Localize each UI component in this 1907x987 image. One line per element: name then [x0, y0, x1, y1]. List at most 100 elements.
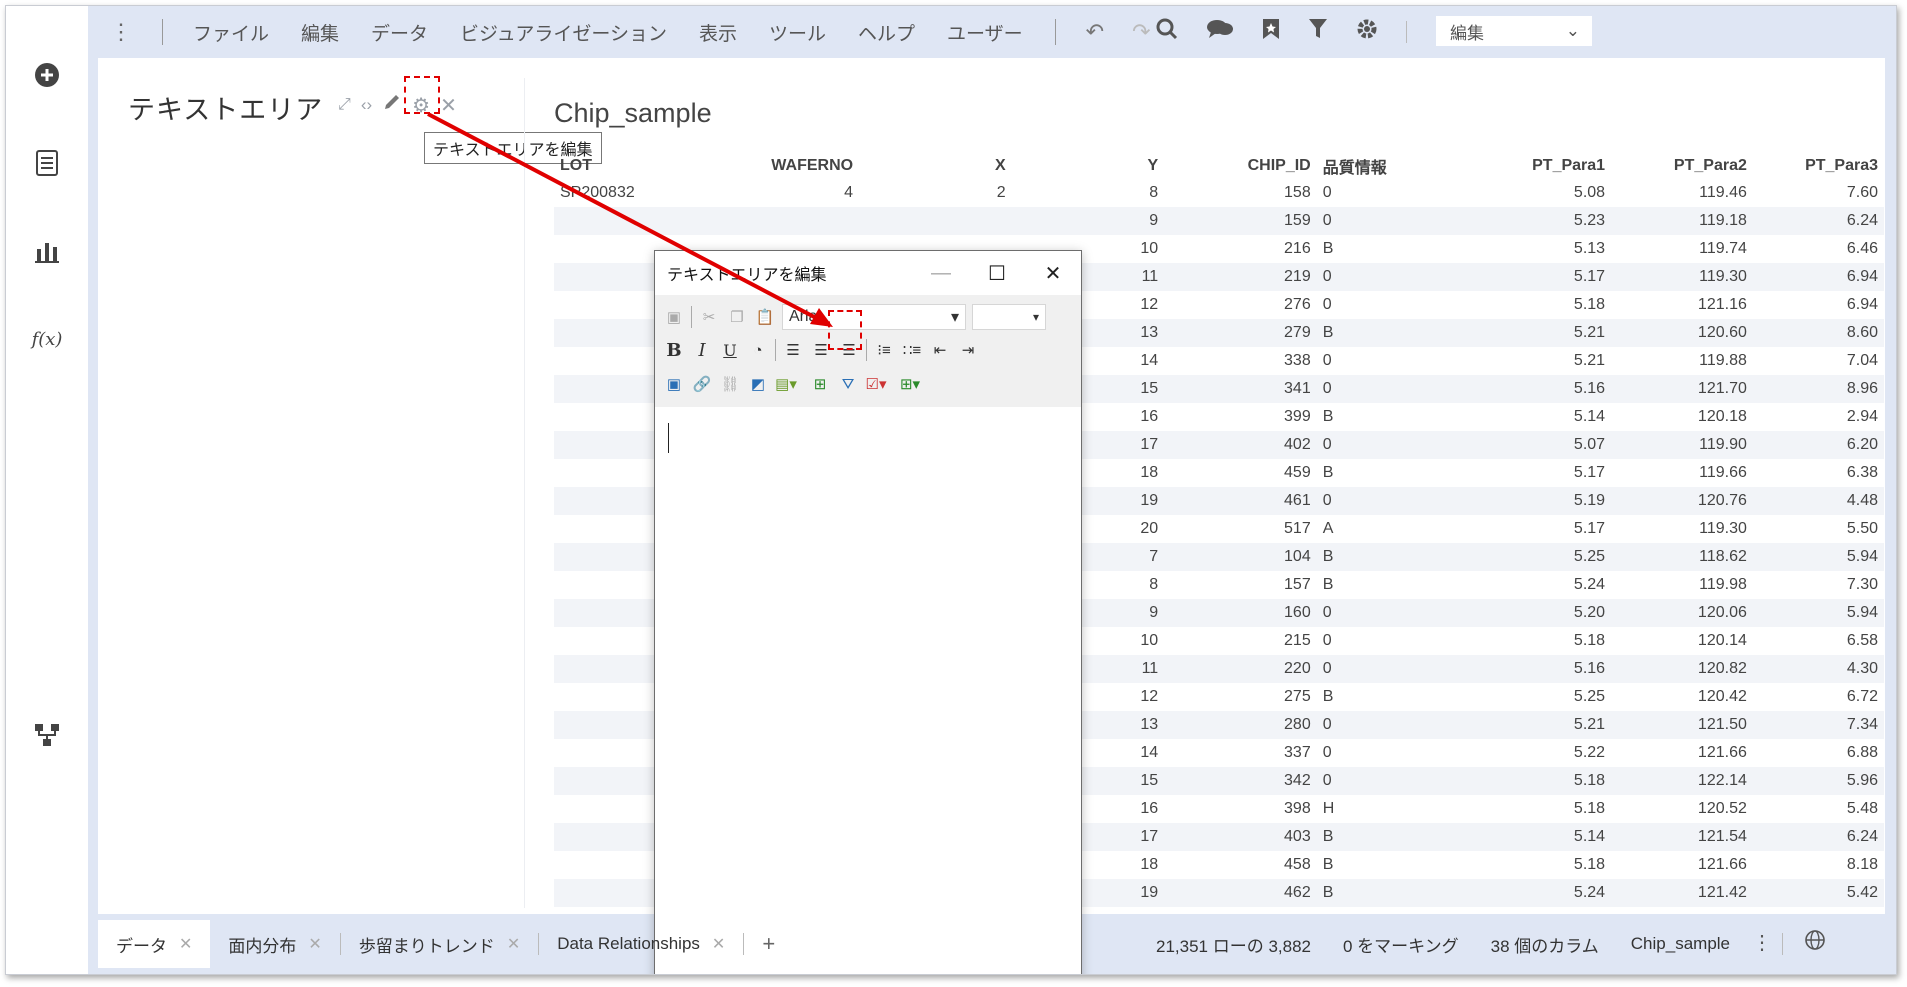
table-cell[interactable]: 119.66 — [1611, 459, 1753, 487]
table-cell[interactable]: 6.46 — [1753, 235, 1884, 263]
menu-tools[interactable]: ツール — [769, 19, 826, 46]
table-cell[interactable]: 120.60 — [1611, 319, 1753, 347]
table-cell[interactable]: 8.60 — [1752, 319, 1884, 347]
table-cell[interactable]: 5.24 — [1469, 879, 1612, 907]
table-cell[interactable]: 0 — [1316, 375, 1470, 403]
more-vertical-icon[interactable]: ⋮ — [110, 19, 132, 45]
table-cell[interactable]: 104 — [1164, 543, 1317, 571]
table-cell[interactable]: 5.25 — [1469, 683, 1611, 711]
table-cell[interactable]: 6.24 — [1752, 823, 1884, 851]
mode-dropdown[interactable]: 編集 ⌄ — [1436, 16, 1592, 46]
table-cell[interactable]: 120.42 — [1611, 683, 1753, 711]
table-cell[interactable]: 5.42 — [1752, 879, 1884, 907]
color-palette-icon[interactable]: ◔ — [747, 339, 769, 361]
table-cell[interactable]: B — [1316, 543, 1470, 571]
insert-action-icon[interactable]: ◩ — [747, 373, 769, 395]
table-cell[interactable]: 7.34 — [1752, 711, 1884, 739]
page-tab[interactable]: データ ✕ — [98, 920, 211, 968]
structure-icon[interactable] — [30, 718, 64, 752]
table-cell[interactable]: 279 — [1164, 319, 1317, 347]
table-cell[interactable]: 8.18 — [1753, 851, 1884, 879]
bookmark-icon[interactable] — [1262, 18, 1280, 46]
table-cell[interactable]: 5.17 — [1469, 459, 1611, 487]
table-cell[interactable]: 280 — [1164, 711, 1317, 739]
table-cell[interactable]: 6.94 — [1752, 263, 1884, 291]
table-cell[interactable]: 119.74 — [1611, 235, 1753, 263]
rich-text-editor[interactable] — [655, 407, 1081, 974]
numbered-list-icon[interactable]: ⁝≡ — [873, 339, 895, 361]
table-cell[interactable]: 338 — [1164, 347, 1317, 375]
table-cell[interactable]: 119.30 — [1611, 515, 1753, 543]
table-cell[interactable]: 120.52 — [1611, 795, 1753, 823]
table-cell[interactable]: 121.16 — [1611, 291, 1753, 319]
table-cell[interactable]: 5.17 — [1469, 515, 1611, 543]
table-cell[interactable]: 160 — [1164, 599, 1317, 627]
table-cell[interactable]: 0 — [1316, 655, 1470, 683]
italic-button[interactable]: I — [691, 339, 713, 361]
outdent-icon[interactable]: ⇤ — [929, 339, 951, 361]
menu-help[interactable]: ヘルプ — [858, 19, 915, 46]
close-icon[interactable]: ✕ — [179, 934, 192, 954]
table-cell[interactable]: 120.14 — [1611, 627, 1753, 655]
table-cell[interactable]: 118.62 — [1611, 543, 1753, 571]
table-cell[interactable]: 399 — [1164, 403, 1317, 431]
edit-pencil-icon[interactable] — [382, 92, 402, 118]
table-cell[interactable]: 5.08 — [1469, 179, 1611, 207]
table-cell[interactable]: B — [1316, 879, 1470, 907]
rows-status[interactable]: 21,351 ローの 3,882 — [1156, 932, 1311, 957]
table-cell[interactable]: 5.94 — [1752, 599, 1884, 627]
table-cell[interactable]: 4.30 — [1752, 655, 1884, 683]
page-tab[interactable]: 歩留まりトレンド ✕ — [341, 914, 538, 974]
table-cell[interactable]: 276 — [1164, 291, 1317, 319]
column-header[interactable]: X — [859, 153, 1012, 179]
table-cell[interactable]: 5.21 — [1469, 319, 1612, 347]
table-cell[interactable]: 342 — [1164, 767, 1317, 795]
table-cell[interactable]: 5.14 — [1469, 823, 1612, 851]
table-cell[interactable]: 120.82 — [1611, 655, 1753, 683]
table-cell[interactable]: 4.48 — [1752, 487, 1884, 515]
table-cell[interactable]: 5.14 — [1469, 403, 1611, 431]
table-cell[interactable]: 5.19 — [1469, 487, 1612, 515]
insert-image-icon[interactable]: ▣ — [663, 373, 685, 395]
close-icon[interactable]: ✕ — [507, 934, 520, 954]
table-cell[interactable]: 0 — [1316, 431, 1470, 459]
table-cell[interactable]: 5.16 — [1469, 655, 1612, 683]
add-icon[interactable] — [30, 58, 64, 92]
table-cell[interactable]: 275 — [1164, 683, 1317, 711]
globe-icon[interactable] — [1804, 929, 1826, 956]
menu-edit[interactable]: 編集 — [301, 19, 339, 46]
save-icon[interactable]: ▣ — [663, 306, 685, 328]
column-header[interactable]: WAFERNO — [696, 153, 859, 179]
insert-checkbox-icon[interactable]: ☑▾ — [865, 373, 887, 395]
table-cell[interactable] — [554, 207, 696, 235]
table-cell[interactable]: 122.14 — [1611, 767, 1753, 795]
table-cell[interactable]: 5.21 — [1469, 711, 1612, 739]
table-cell[interactable]: 403 — [1164, 823, 1317, 851]
table-cell[interactable]: 6.24 — [1752, 207, 1884, 235]
table-cell[interactable]: 7.04 — [1753, 347, 1884, 375]
insert-dynamic-item-icon[interactable]: ⊞ — [809, 373, 831, 395]
table-cell[interactable]: 121.66 — [1611, 851, 1753, 879]
table-cell[interactable]: 121.50 — [1611, 711, 1753, 739]
table-cell[interactable]: 462 — [1164, 879, 1317, 907]
table-cell[interactable]: B — [1317, 683, 1470, 711]
table-cell[interactable]: B — [1316, 823, 1470, 851]
table-cell[interactable]: 461 — [1164, 487, 1317, 515]
filter-icon[interactable] — [1308, 18, 1328, 46]
table-cell[interactable]: 121.70 — [1611, 375, 1753, 403]
insert-control-icon[interactable]: ⊞▾ — [899, 373, 921, 395]
add-page-button[interactable]: + — [744, 914, 793, 974]
table-cell[interactable]: 7.60 — [1753, 179, 1884, 207]
table-cell[interactable]: B — [1317, 403, 1470, 431]
code-icon[interactable]: ‹› — [361, 95, 372, 115]
table-cell[interactable]: 5.16 — [1469, 375, 1612, 403]
column-header[interactable]: PT_Para1 — [1469, 153, 1611, 179]
table-cell[interactable]: 6.58 — [1753, 627, 1884, 655]
table-cell[interactable]: 5.23 — [1469, 207, 1612, 235]
table-cell[interactable]: SP200832 — [554, 179, 696, 207]
table-cell[interactable]: 5.25 — [1469, 543, 1612, 571]
table-cell[interactable]: 121.54 — [1611, 823, 1753, 851]
table-cell[interactable]: 6.94 — [1753, 291, 1884, 319]
align-left-icon[interactable]: ☰ — [782, 339, 804, 361]
table-cell[interactable]: 5.13 — [1469, 235, 1611, 263]
